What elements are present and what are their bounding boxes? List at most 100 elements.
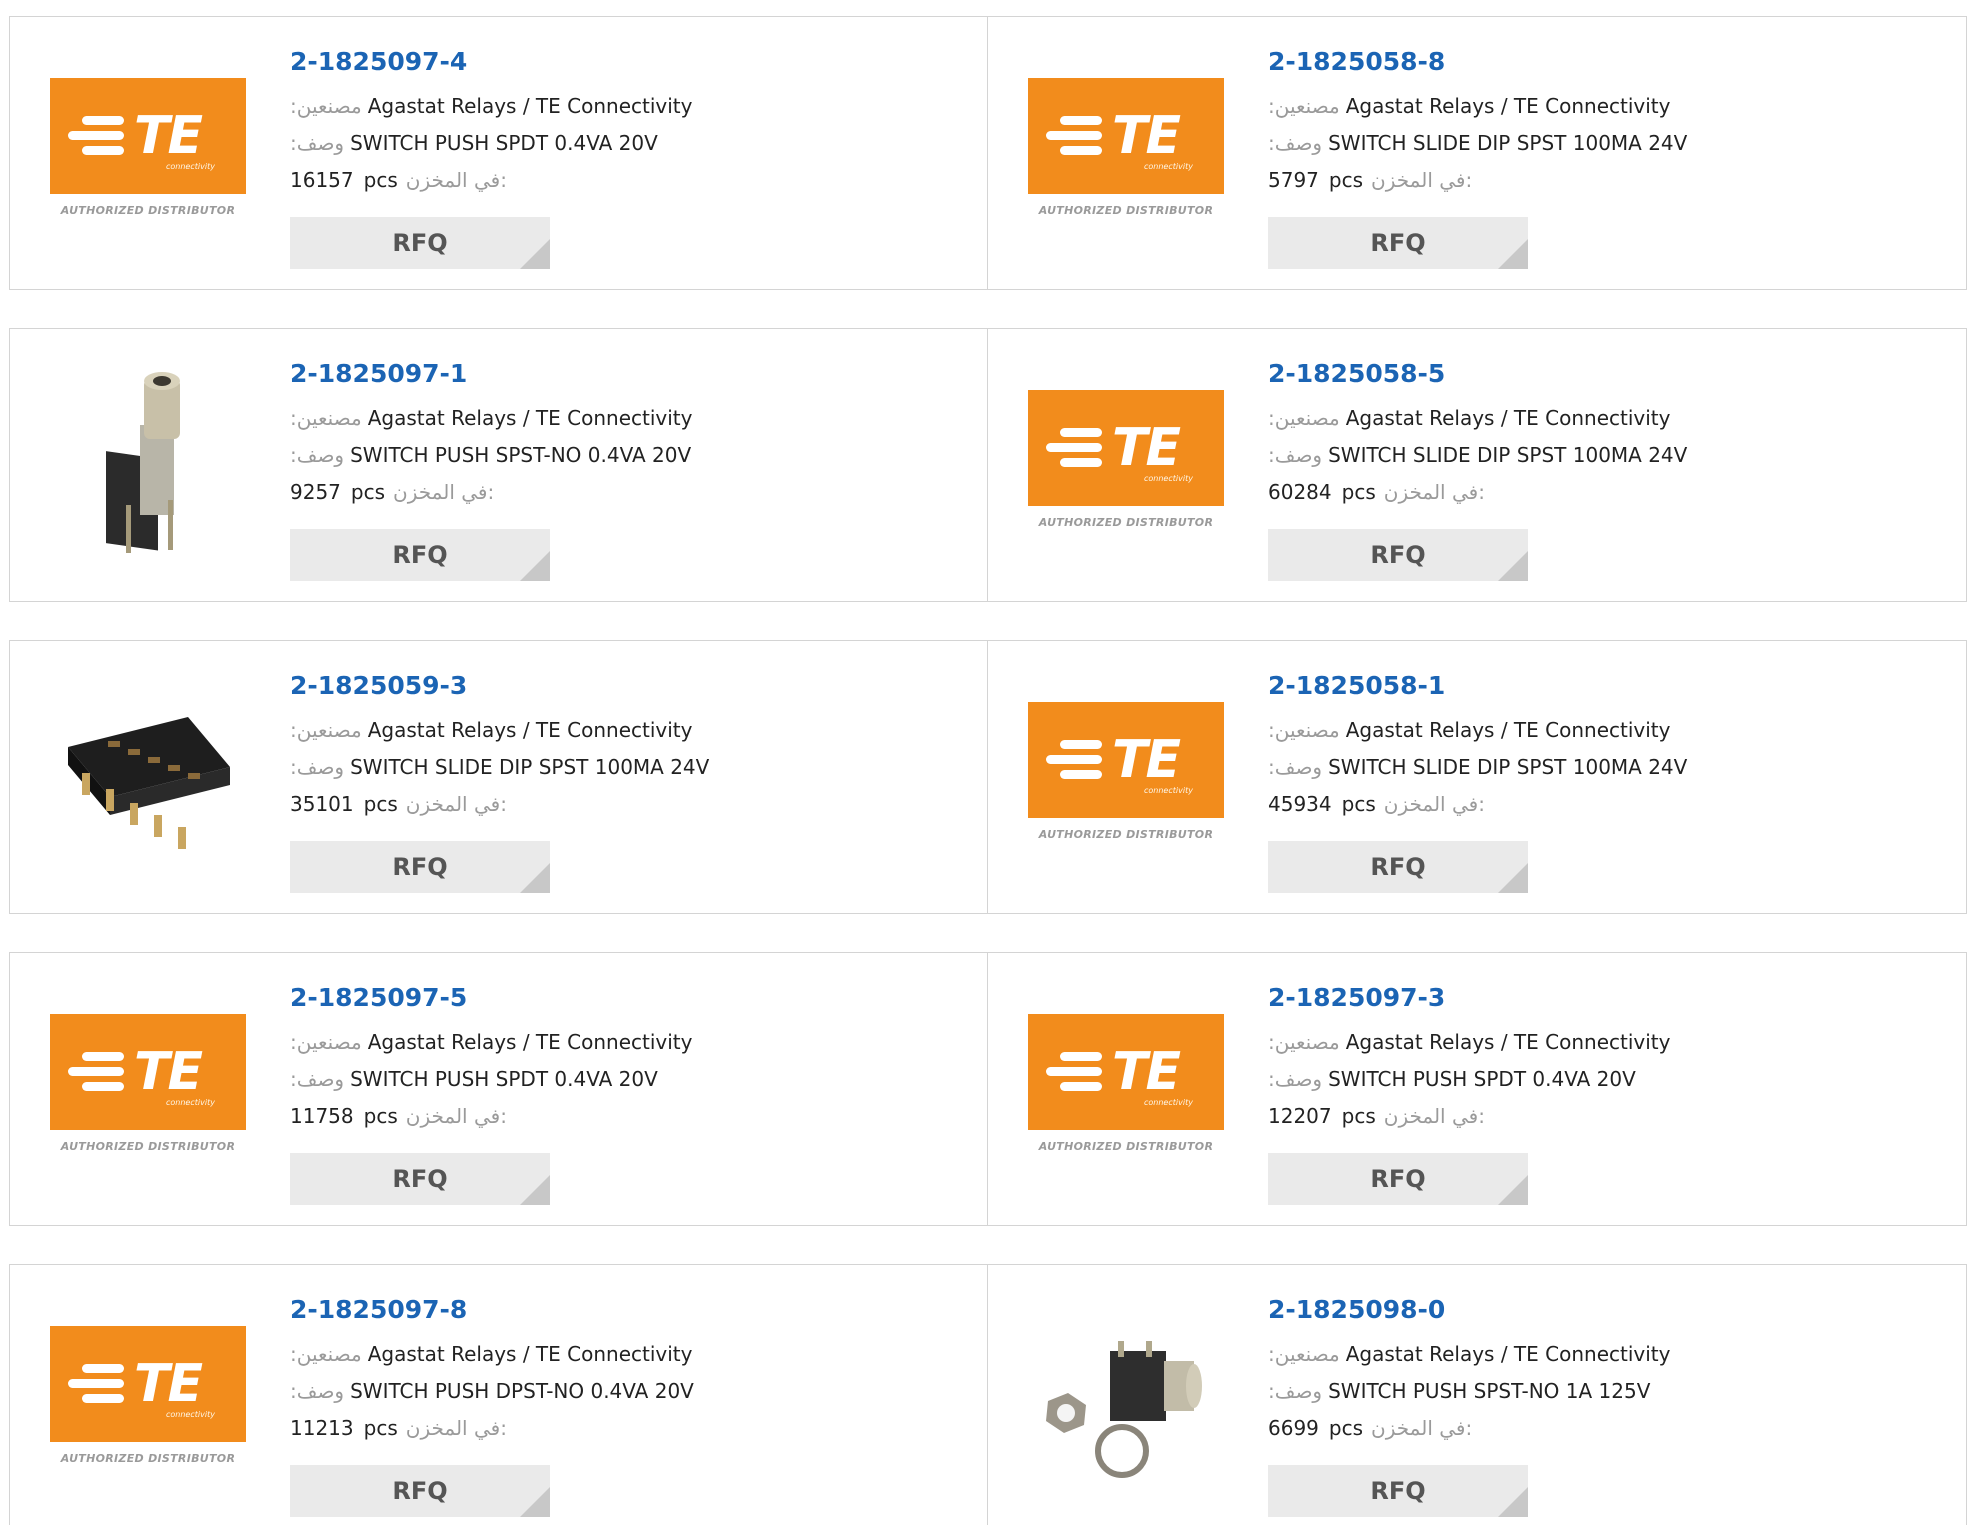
- description-label: :وصف: [290, 131, 345, 155]
- product-row: TE connectivity AUTHORIZED DISTRIBUTOR 2-18…: [9, 952, 1967, 1226]
- part-number-link[interactable]: 2-1825058-5: [1268, 359, 1687, 388]
- manufacturer-label: :مصنعين: [1268, 718, 1340, 742]
- part-number-link[interactable]: 2-1825097-8: [290, 1295, 694, 1324]
- product-image[interactable]: TE connectivity AUTHORIZED DISTRIBUTOR: [48, 53, 248, 253]
- description-label: :وصف: [290, 443, 345, 467]
- product-card: TE connectivity AUTHORIZED DISTRIBUTOR 2-18…: [10, 953, 988, 1225]
- switch-washers-icon: [1046, 1341, 1202, 1478]
- part-number-link[interactable]: 2-1825059-3: [290, 671, 709, 700]
- description-line: :وصف SWITCH PUSH SPDT 0.4VA 20V: [290, 125, 692, 162]
- stock-value: 60284: [1268, 480, 1332, 504]
- manufacturer-value: Agastat Relays / TE Connectivity: [1345, 406, 1671, 430]
- rfq-button[interactable]: RFQ: [290, 841, 550, 893]
- description-label: :وصف: [290, 755, 345, 779]
- product-image[interactable]: TE connectivity AUTHORIZED DISTRIBUTOR: [48, 1301, 248, 1501]
- description-line: :وصف SWITCH PUSH SPST-NO 0.4VA 20V: [290, 437, 692, 474]
- manufacturer-value: Agastat Relays / TE Connectivity: [367, 1342, 693, 1366]
- te-connectivity-logo: TE connectivity AUTHORIZED DISTRIBUTOR: [48, 78, 248, 228]
- rfq-label: RFQ: [392, 1165, 448, 1193]
- manufacturer-label: :مصنعين: [290, 1030, 362, 1054]
- description-line: :وصف SWITCH SLIDE DIP SPST 100MA 24V: [290, 749, 709, 786]
- manufacturer-line: :مصنعين Agastat Relays / TE Connectivity: [290, 1336, 694, 1373]
- manufacturer-line: :مصنعين Agastat Relays / TE Connectivity: [290, 712, 709, 749]
- rfq-label: RFQ: [392, 229, 448, 257]
- stock-line: 16157 pcs في المخزن:: [290, 162, 692, 199]
- stock-line: 12207 pcs في المخزن:: [1268, 1098, 1670, 1135]
- product-card: TE connectivity AUTHORIZED DISTRIBUTOR 2-18…: [988, 953, 1966, 1225]
- manufacturer-value: Agastat Relays / TE Connectivity: [367, 1030, 693, 1054]
- stock-line: 60284 pcs في المخزن:: [1268, 474, 1687, 511]
- stock-value: 16157: [290, 168, 354, 192]
- rfq-button[interactable]: RFQ: [1268, 1465, 1528, 1517]
- description-label: :وصف: [1268, 131, 1323, 155]
- product-image[interactable]: TE connectivity AUTHORIZED DISTRIBUTOR: [1026, 989, 1226, 1189]
- rfq-label: RFQ: [392, 1477, 448, 1505]
- stock-value: 5797: [1268, 168, 1319, 192]
- rfq-label: RFQ: [392, 853, 448, 881]
- rfq-button[interactable]: RFQ: [290, 1465, 550, 1517]
- rfq-button[interactable]: RFQ: [1268, 1153, 1528, 1205]
- rfq-button[interactable]: RFQ: [290, 1153, 550, 1205]
- product-image[interactable]: [1026, 1301, 1226, 1501]
- manufacturer-line: :مصنعين Agastat Relays / TE Connectivity: [290, 88, 692, 125]
- product-card: TE connectivity AUTHORIZED DISTRIBUTOR 2-18…: [10, 17, 988, 289]
- description-value: SWITCH PUSH SPDT 0.4VA 20V: [1328, 1067, 1636, 1091]
- rfq-button[interactable]: RFQ: [1268, 217, 1528, 269]
- product-card: TE connectivity AUTHORIZED DISTRIBUTOR 2-18…: [988, 329, 1966, 601]
- description-label: :وصف: [1268, 443, 1323, 467]
- push-switch-icon: [106, 372, 180, 553]
- part-number-link[interactable]: 2-1825097-5: [290, 983, 692, 1012]
- description-line: :وصف SWITCH SLIDE DIP SPST 100MA 24V: [1268, 749, 1687, 786]
- stock-value: 9257: [290, 480, 341, 504]
- part-number-link[interactable]: 2-1825058-1: [1268, 671, 1687, 700]
- stock-unit: pcs: [1341, 792, 1376, 816]
- product-photo: [48, 677, 248, 877]
- part-number-link[interactable]: 2-1825097-4: [290, 47, 692, 76]
- stock-value: 11758: [290, 1104, 354, 1128]
- description-label: :وصف: [290, 1067, 345, 1091]
- manufacturer-value: Agastat Relays / TE Connectivity: [1345, 1030, 1671, 1054]
- product-grid: TE connectivity AUTHORIZED DISTRIBUTOR 2-18…: [0, 0, 1969, 1525]
- manufacturer-label: :مصنعين: [290, 406, 362, 430]
- rfq-label: RFQ: [392, 541, 448, 569]
- description-value: SWITCH PUSH SPDT 0.4VA 20V: [350, 1067, 658, 1091]
- manufacturer-value: Agastat Relays / TE Connectivity: [1345, 718, 1671, 742]
- part-number-link[interactable]: 2-1825098-0: [1268, 1295, 1670, 1324]
- manufacturer-line: :مصنعين Agastat Relays / TE Connectivity: [1268, 1336, 1670, 1373]
- stock-unit: pcs: [1328, 1416, 1364, 1440]
- rfq-button[interactable]: RFQ: [290, 529, 550, 581]
- stock-label: في المخزن:: [1371, 1416, 1473, 1440]
- description-value: SWITCH SLIDE DIP SPST 100MA 24V: [1328, 131, 1688, 155]
- product-image[interactable]: TE connectivity AUTHORIZED DISTRIBUTOR: [1026, 677, 1226, 877]
- description-line: :وصف SWITCH PUSH SPST-NO 1A 125V: [1268, 1373, 1670, 1410]
- stock-value: 11213: [290, 1416, 354, 1440]
- part-number-link[interactable]: 2-1825097-1: [290, 359, 692, 388]
- description-label: :وصف: [290, 1379, 345, 1403]
- description-value: SWITCH PUSH SPST-NO 0.4VA 20V: [350, 443, 692, 467]
- product-info: 2-1825098-0 :مصنعين Agastat Relays / TE Co…: [1268, 1295, 1670, 1447]
- stock-label: في المخزن:: [405, 1104, 507, 1128]
- rfq-button[interactable]: RFQ: [290, 217, 550, 269]
- stock-label: في المخزن:: [1383, 1104, 1485, 1128]
- manufacturer-line: :مصنعين Agastat Relays / TE Connectivity: [1268, 1024, 1670, 1061]
- rfq-button[interactable]: RFQ: [1268, 841, 1528, 893]
- product-image[interactable]: TE connectivity AUTHORIZED DISTRIBUTOR: [48, 989, 248, 1189]
- rfq-button[interactable]: RFQ: [1268, 529, 1528, 581]
- stock-line: 11758 pcs في المخزن:: [290, 1098, 692, 1135]
- dip-switch-icon: [68, 717, 230, 849]
- part-number-link[interactable]: 2-1825058-8: [1268, 47, 1687, 76]
- manufacturer-line: :مصنعين Agastat Relays / TE Connectivity: [1268, 88, 1687, 125]
- product-image[interactable]: [48, 677, 248, 877]
- product-image[interactable]: TE connectivity AUTHORIZED DISTRIBUTOR: [1026, 365, 1226, 565]
- part-number-link[interactable]: 2-1825097-3: [1268, 983, 1670, 1012]
- te-connectivity-logo: TE connectivity AUTHORIZED DISTRIBUTOR: [48, 1326, 248, 1476]
- stock-line: 9257 pcs في المخزن:: [290, 474, 692, 511]
- description-line: :وصف SWITCH PUSH DPST-NO 0.4VA 20V: [290, 1373, 694, 1410]
- manufacturer-value: Agastat Relays / TE Connectivity: [367, 718, 693, 742]
- product-image[interactable]: TE connectivity AUTHORIZED DISTRIBUTOR: [1026, 53, 1226, 253]
- rfq-label: RFQ: [1370, 541, 1426, 569]
- stock-label: في المخزن:: [405, 168, 507, 192]
- product-image[interactable]: [48, 365, 248, 565]
- stock-value: 6699: [1268, 1416, 1319, 1440]
- te-connectivity-logo: TE connectivity AUTHORIZED DISTRIBUTOR: [1026, 390, 1226, 540]
